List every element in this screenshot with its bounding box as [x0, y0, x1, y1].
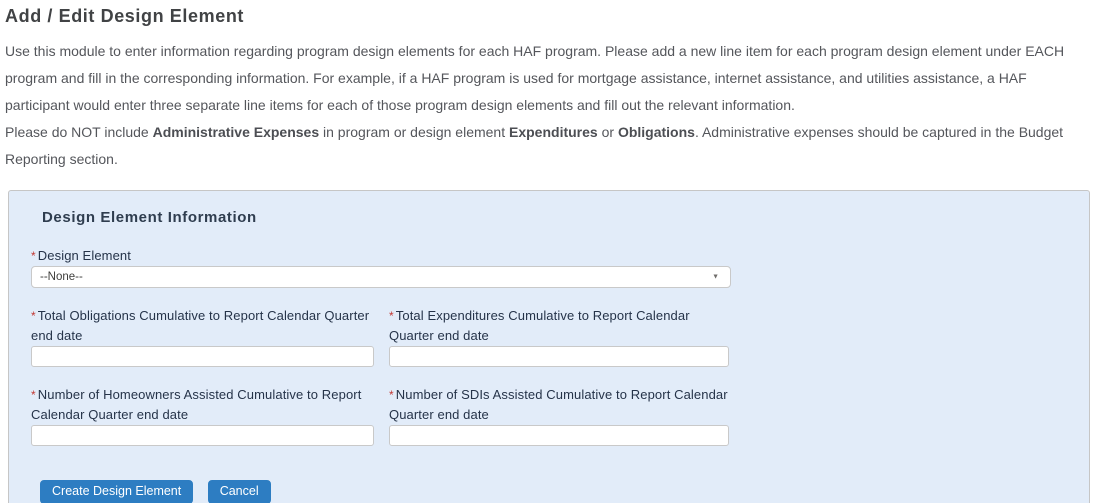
design-element-information-panel: Design Element Information *Design Eleme…	[8, 190, 1090, 503]
page: Add / Edit Design Element Use this modul…	[0, 5, 1098, 503]
total-obligations-field: *Total Obligations Cumulative to Report …	[31, 306, 376, 367]
note-bold-administrative-expenses: Administrative Expenses	[153, 124, 320, 140]
fields-row-2: *Number of Homeowners Assisted Cumulativ…	[31, 385, 1089, 446]
section-title: Design Element Information	[42, 208, 1089, 227]
required-asterisk: *	[31, 388, 36, 402]
field-label-text: Total Expenditures Cumulative to Report …	[389, 308, 690, 343]
total-obligations-label: *Total Obligations Cumulative to Report …	[31, 306, 376, 345]
design-element-label: *Design Element	[31, 246, 1089, 266]
sdis-assisted-field: *Number of SDIs Assisted Cumulative to R…	[389, 385, 729, 446]
homeowners-assisted-label: *Number of Homeowners Assisted Cumulativ…	[31, 385, 376, 424]
total-expenditures-label: *Total Expenditures Cumulative to Report…	[389, 306, 729, 345]
chevron-down-icon: ▼	[712, 273, 719, 280]
homeowners-assisted-field: *Number of Homeowners Assisted Cumulativ…	[31, 385, 376, 446]
field-label-text: Design Element	[38, 248, 131, 263]
intro-text: Use this module to enter information reg…	[5, 38, 1093, 119]
page-title: Add / Edit Design Element	[5, 5, 1093, 28]
required-asterisk: *	[389, 309, 394, 323]
select-selected-value: --None--	[40, 271, 83, 283]
sdis-assisted-input[interactable]	[389, 425, 729, 446]
field-label-text: Number of Homeowners Assisted Cumulative…	[31, 387, 361, 422]
required-asterisk: *	[389, 388, 394, 402]
sdis-assisted-label: *Number of SDIs Assisted Cumulative to R…	[389, 385, 729, 424]
field-label-text: Total Obligations Cumulative to Report C…	[31, 308, 369, 343]
design-element-field: *Design Element --None-- ▼	[31, 246, 1089, 288]
note-segment: or	[598, 124, 618, 140]
homeowners-assisted-input[interactable]	[31, 425, 374, 446]
note-bold-obligations: Obligations	[618, 124, 695, 140]
total-expenditures-input[interactable]	[389, 346, 729, 367]
button-row: Create Design Element Cancel	[40, 480, 1089, 503]
design-element-select[interactable]: --None-- ▼	[31, 266, 731, 288]
required-asterisk: *	[31, 249, 36, 263]
field-label-text: Number of SDIs Assisted Cumulative to Re…	[389, 387, 728, 422]
note-bold-expenditures: Expenditures	[509, 124, 598, 140]
note-text: Please do NOT include Administrative Exp…	[5, 119, 1093, 173]
cancel-button[interactable]: Cancel	[208, 480, 271, 503]
note-segment: Please do NOT include	[5, 124, 153, 140]
note-segment: in program or design element	[319, 124, 509, 140]
total-expenditures-field: *Total Expenditures Cumulative to Report…	[389, 306, 729, 367]
fields-row-1: *Total Obligations Cumulative to Report …	[31, 306, 1089, 367]
total-obligations-input[interactable]	[31, 346, 374, 367]
create-design-element-button[interactable]: Create Design Element	[40, 480, 193, 503]
required-asterisk: *	[31, 309, 36, 323]
